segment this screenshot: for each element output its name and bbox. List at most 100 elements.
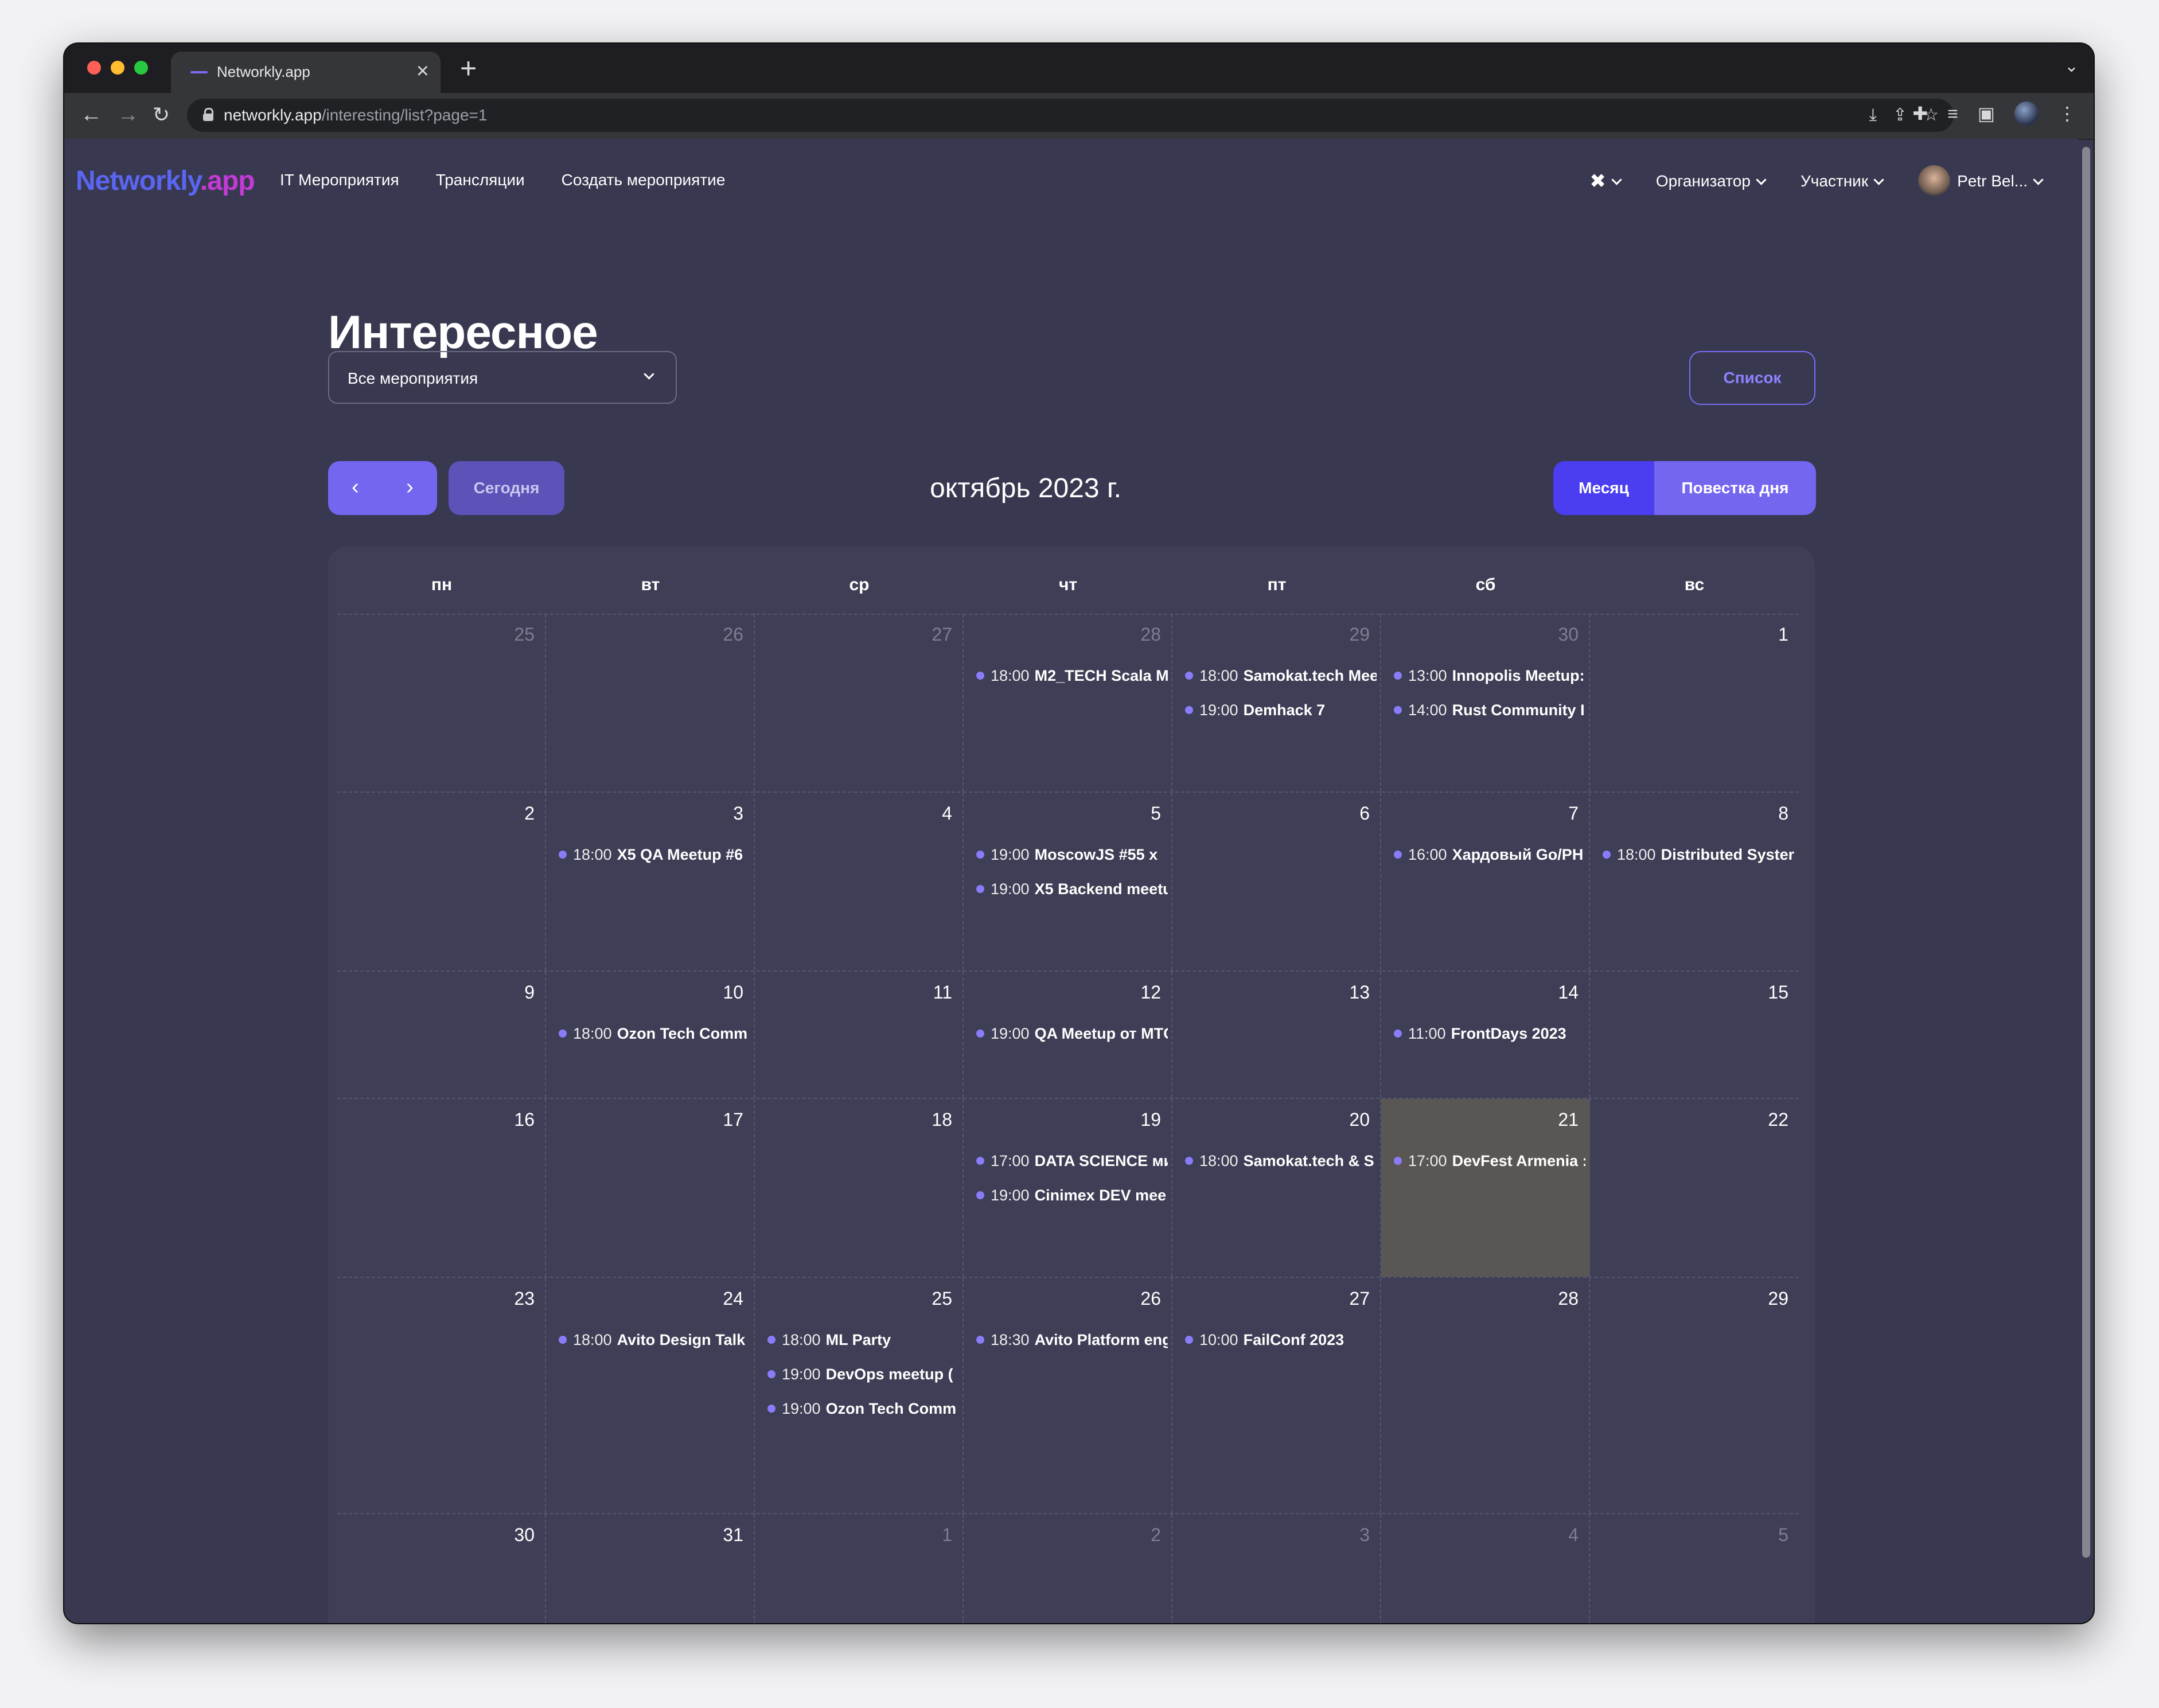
day-number[interactable]: 22 [1768,1109,1788,1130]
list-view-button[interactable]: Список [1689,351,1815,405]
calendar-event[interactable]: 19:00 QA Meetup от MTC [976,1016,1168,1051]
calendar-day[interactable]: 19 17:00 DATA SCIENCE ми 19:00 Cinimex DEV m… [964,1099,1172,1277]
day-number[interactable]: 12 [1140,982,1161,1003]
day-number[interactable]: 4 [1568,1524,1579,1546]
day-number[interactable]: 18 [932,1109,952,1130]
tab-search-icon[interactable]: ⌄ [2064,56,2079,76]
calendar-event[interactable]: 13:00 Innopolis Meetup: [1394,658,1585,693]
calendar-day[interactable]: 2 [964,1514,1172,1623]
calendar-day[interactable]: 7 16:00 Хардовый Go/PH [1381,793,1590,970]
share-icon[interactable]: ⇪ [1893,104,1907,126]
maximize-window-button[interactable] [134,61,148,75]
day-number[interactable]: 14 [1558,982,1579,1003]
calendar-event[interactable]: 18:00 M2_TECH Scala M [976,658,1168,693]
day-number[interactable]: 27 [1349,1288,1370,1309]
day-number[interactable]: 24 [723,1288,743,1309]
calendar-event[interactable]: 11:00 FrontDays 2023 [1394,1016,1585,1051]
day-number[interactable]: 20 [1349,1109,1370,1130]
calendar-day[interactable]: 15 [1590,972,1799,1098]
page-scrollbar[interactable] [2082,147,2090,1558]
calendar-day[interactable]: 20 18:00 Samokat.tech & S [1172,1099,1381,1277]
back-icon[interactable]: ← [80,102,102,127]
agenda-view-button[interactable]: Повестка дня [1654,461,1816,515]
day-number[interactable]: 25 [514,624,535,645]
day-number[interactable]: 17 [723,1109,743,1130]
calendar-day[interactable]: 25 [337,614,546,791]
day-number[interactable]: 21 [1558,1109,1579,1130]
calendar-event[interactable]: 18:00 X5 QA Meetup #6 [559,837,750,872]
day-number[interactable]: 29 [1349,624,1370,645]
calendar-event[interactable]: 19:00 Ozon Tech Comm [767,1391,959,1426]
participant-menu[interactable]: Участник [1801,172,1884,190]
calendar-day[interactable]: 10 18:00 Ozon Tech Comm [546,972,755,1098]
calendar-day[interactable]: 4 [755,793,964,970]
organizer-menu[interactable]: Организатор [1656,172,1767,190]
day-number[interactable]: 2 [524,803,535,824]
minimize-window-button[interactable] [111,61,124,75]
calendar-day[interactable]: 23 [337,1278,546,1513]
day-number[interactable]: 31 [723,1524,743,1546]
day-number[interactable]: 11 [933,982,952,1003]
calendar-day[interactable]: 30 [337,1514,546,1623]
calendar-event[interactable]: 17:00 DATA SCIENCE ми [976,1144,1168,1178]
calendar-event[interactable]: 16:00 Хардовый Go/PH [1394,837,1585,872]
extensions-puzzle-icon[interactable]: ✚ [1912,101,1928,126]
calendar-event[interactable]: 19:00 Demhack 7 [1185,693,1377,727]
day-number[interactable]: 1 [1778,624,1788,645]
day-number[interactable]: 3 [733,803,743,824]
month-view-button[interactable]: Месяц [1553,461,1654,515]
day-number[interactable]: 3 [1359,1524,1370,1546]
day-number[interactable]: 28 [1140,624,1161,645]
calendar-day-today[interactable]: 21 17:00 DevFest Armenia : [1381,1099,1590,1277]
calendar-day[interactable]: 3 18:00 X5 QA Meetup #6 [546,793,755,970]
calendar-day[interactable]: 28 18:00 M2_TECH Scala M [964,614,1172,791]
nav-it-events[interactable]: IT Мероприятия [280,171,399,189]
calendar-event[interactable]: 18:00 Samokat.tech & S [1185,1144,1377,1178]
calendar-event[interactable]: 19:00 X5 Backend meetu [976,872,1168,906]
day-number[interactable]: 23 [514,1288,535,1309]
address-bar[interactable]: networkly.app/interesting/list?page=1 ⤓ … [187,99,1954,132]
day-number[interactable]: 29 [1768,1288,1788,1309]
calendar-day[interactable]: 24 18:00 Avito Design Talk [546,1278,755,1513]
forward-icon[interactable]: → [117,102,139,127]
day-number[interactable]: 1 [942,1524,952,1546]
day-number[interactable]: 28 [1558,1288,1579,1309]
calendar-day[interactable]: 14 11:00 FrontDays 2023 [1381,972,1590,1098]
day-number[interactable]: 19 [1140,1109,1161,1130]
nav-streams[interactable]: Трансляции [436,171,525,189]
day-number[interactable]: 9 [524,982,535,1003]
day-number[interactable]: 8 [1778,803,1788,824]
calendar-day[interactable]: 31 [546,1514,755,1623]
calendar-day[interactable]: 16 [337,1099,546,1277]
reload-icon[interactable]: ↻ [153,102,170,127]
side-panel-icon[interactable]: ▣ [1978,101,1995,126]
calendar-event[interactable]: 19:00 DevOps meetup ( [767,1357,959,1391]
calendar-day[interactable]: 1 [755,1514,964,1623]
day-number[interactable]: 6 [1359,803,1370,824]
calendar-day[interactable]: 5 19:00 MoscowJS #55 x 19:00 X5 Backend meet… [964,793,1172,970]
day-number[interactable]: 30 [514,1524,535,1546]
calendar-day[interactable]: 26 18:30 Avito Platform eng [964,1278,1172,1513]
prev-month-button[interactable]: ‹ [328,461,383,515]
day-number[interactable]: 25 [932,1288,952,1309]
calendar-day[interactable]: 26 [546,614,755,791]
day-number[interactable]: 5 [1151,803,1161,824]
calendar-day[interactable]: 6 [1172,793,1381,970]
calendar-day[interactable]: 5 [1590,1514,1799,1623]
calendar-event[interactable]: 18:00 Distributed Syster [1603,837,1795,872]
calendar-day[interactable]: 27 [755,614,964,791]
calendar-day[interactable]: 29 [1590,1278,1799,1513]
day-number[interactable]: 15 [1768,982,1788,1003]
calendar-day[interactable]: 4 [1381,1514,1590,1623]
media-control-icon[interactable]: ≡ [1947,101,1958,126]
day-number[interactable]: 10 [723,982,743,1003]
day-number[interactable]: 26 [723,624,743,645]
new-tab-button[interactable]: + [460,54,477,83]
calendar-event[interactable]: 17:00 DevFest Armenia : [1394,1144,1585,1178]
calendar-day[interactable]: 1 [1590,614,1799,791]
calendar-day[interactable]: 29 18:00 Samokat.tech Mee 19:00 Demhack 7 [1172,614,1381,791]
calendar-event[interactable]: 18:00 Ozon Tech Comm [559,1016,750,1051]
calendar-event[interactable]: 19:00 Cinimex DEV mee [976,1178,1168,1212]
calendar-event[interactable]: 19:00 MoscowJS #55 x [976,837,1168,872]
lock-icon[interactable] [203,108,213,121]
